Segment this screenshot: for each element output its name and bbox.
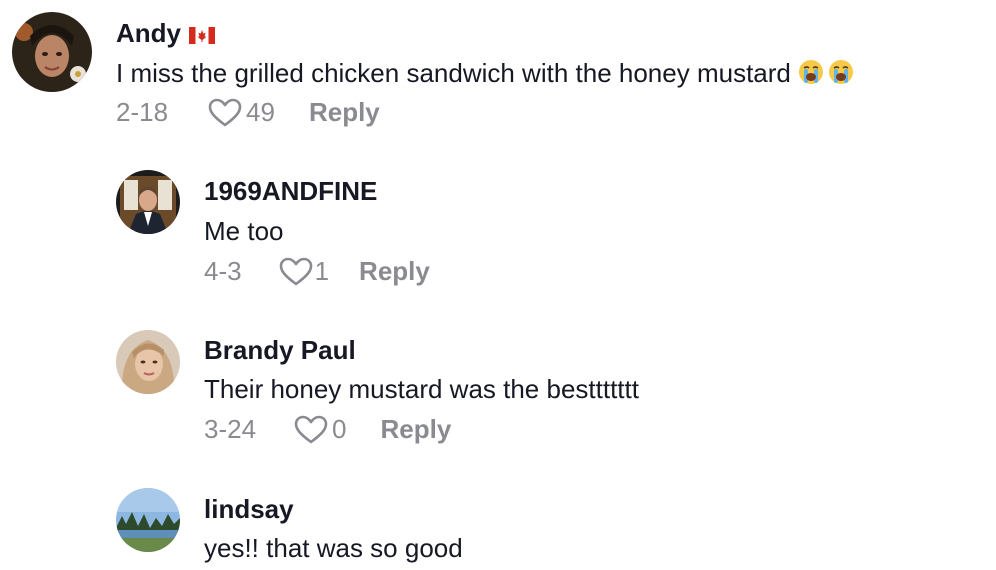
reply-button[interactable]: Reply <box>309 97 380 128</box>
comment-meta: 3-24 0 Reply <box>204 414 451 445</box>
like-count: 0 <box>332 414 347 444</box>
avatar[interactable] <box>116 488 180 552</box>
like-button[interactable]: 0 <box>294 414 347 445</box>
heart-icon[interactable] <box>294 415 328 445</box>
reply-button[interactable]: Reply <box>359 256 430 287</box>
comment-meta: 4-3 1 Reply <box>204 256 430 287</box>
reply-button[interactable]: Reply <box>381 414 452 445</box>
username[interactable]: Brandy Paul <box>204 335 356 366</box>
comment-date: 4-3 <box>204 256 242 286</box>
heart-icon[interactable] <box>279 257 313 287</box>
avatar[interactable] <box>12 12 92 92</box>
like-count: 49 <box>246 97 275 127</box>
comment-text: Me too <box>204 216 284 246</box>
comment-date: 2-18 <box>116 97 169 127</box>
comment-date: 3-24 <box>204 414 257 444</box>
like-button[interactable]: 1 <box>279 256 329 287</box>
avatar[interactable] <box>116 170 180 234</box>
comment-body: I miss the grilled chicken sandwich with… <box>116 58 791 88</box>
username[interactable]: 1969ANDFINE <box>204 176 377 207</box>
avatar[interactable] <box>116 330 180 394</box>
username-text[interactable]: Andy <box>116 18 181 48</box>
like-button[interactable]: 49 <box>208 97 275 128</box>
heart-icon[interactable] <box>208 98 242 128</box>
comment-text: I miss the grilled chicken sandwich with… <box>116 58 854 92</box>
comment-meta: 2-18 49 Reply <box>116 97 380 128</box>
like-count: 1 <box>314 256 330 286</box>
username[interactable]: lindsay <box>204 494 294 525</box>
canada-flag-icon <box>189 20 215 51</box>
username[interactable]: Andy <box>116 18 215 51</box>
comment-text: yes!! that was so good <box>204 533 463 563</box>
comment-text: Their honey mustard was the besttttttt <box>204 374 639 404</box>
loudly-crying-face-icon <box>798 59 854 92</box>
